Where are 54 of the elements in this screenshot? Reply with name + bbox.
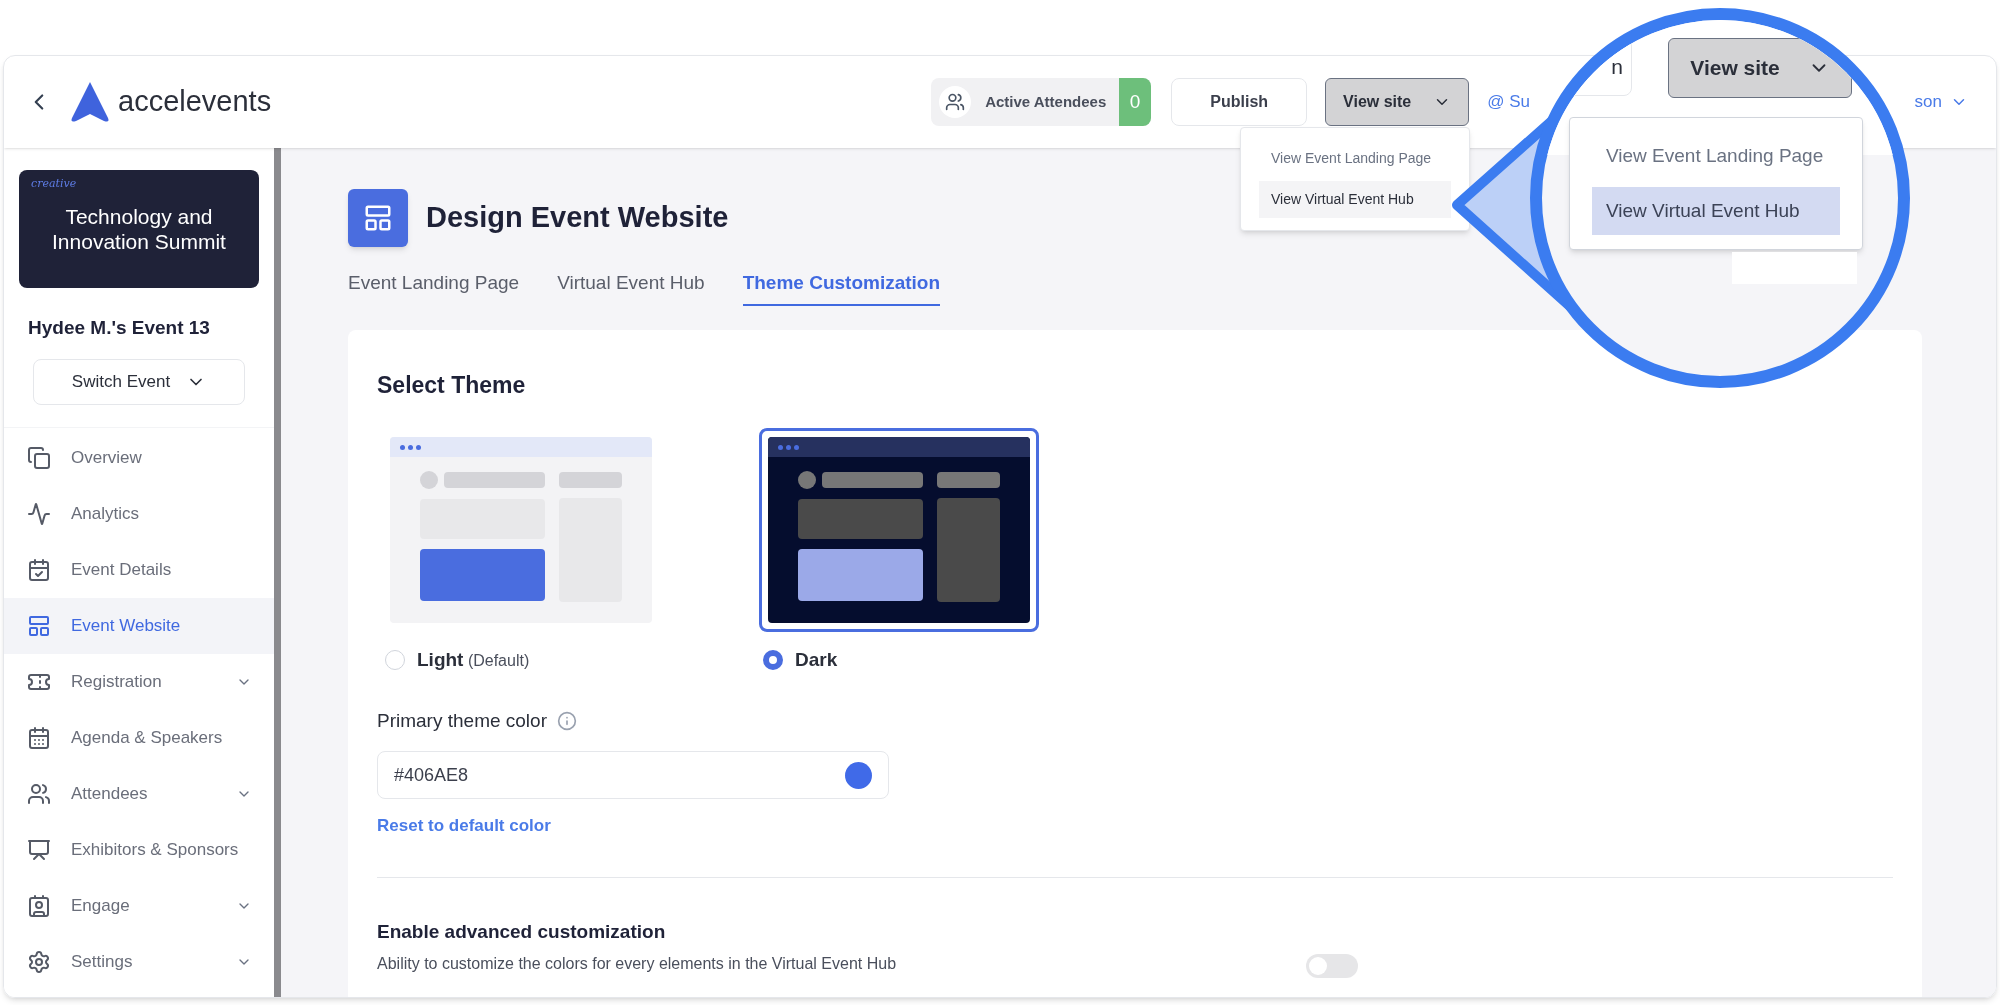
contact-card-icon [27,893,51,918]
switch-event-button[interactable]: Switch Event [33,358,245,405]
tab[interactable]: Virtual Event Hub [557,269,705,306]
settings-icon [27,949,51,974]
theme-label: Light (Default) [417,648,530,672]
attendee-count: 0 [1119,78,1152,126]
presenter-icon [27,837,51,862]
sidebar-item[interactable]: Event Website [4,597,274,654]
sidebar-item[interactable]: Exhibitors & Sponsors [4,821,274,878]
banner-script-word: creative [31,176,77,192]
view-site-button[interactable]: View site [1325,78,1470,126]
toggle-switch[interactable] [1306,954,1359,978]
scrollbar[interactable] [274,148,281,997]
event-name: Hydee M.'s Event 13 [28,316,211,340]
menu-item[interactable]: View Event Landing Page [1259,140,1451,177]
reset-color-link[interactable]: Reset to default color [377,813,1893,839]
support-link[interactable]: @ Su [1487,89,1530,115]
menu-item[interactable]: View Virtual Event Hub [1259,181,1451,218]
menu-item[interactable]: View Event Landing Page [1592,132,1840,181]
website-layout-icon [348,189,408,247]
active-attendees-label: Active Attendees [985,91,1107,112]
color-swatch[interactable] [845,761,872,789]
calendar-check-icon [27,557,51,582]
radio-button[interactable] [763,650,783,671]
layout-icon [27,613,51,638]
page-title: Design Event Website [426,200,729,236]
info-icon[interactable] [557,710,577,731]
menu-item[interactable]: View Virtual Event Hub [1592,186,1840,235]
sidebar-item[interactable]: Analytics [4,485,274,542]
color-input-field[interactable]: #406AE8 [377,751,889,799]
sidebar-item[interactable]: Agenda & Speakers [4,709,274,766]
advanced-title: Enable advanced customization [377,919,667,944]
section-heading: Select Theme [377,370,527,400]
user-name[interactable]: son [1914,89,1968,115]
sidebar-item[interactable]: Registration [4,653,274,710]
view-site-button[interactable]: View site [1668,38,1852,98]
sidebar-item[interactable]: Attendees [4,765,274,822]
calendar-icon [27,725,51,750]
tab[interactable]: Theme Customization [742,269,941,306]
banner-title: Technology and Innovation Summit [51,204,227,254]
field-label: Primary theme color [377,708,547,733]
people-icon [27,781,51,806]
theme-label: Dark [795,648,838,672]
people-icon [939,86,972,118]
sidebar-item[interactable]: Engage [4,877,274,934]
sidebar-item[interactable]: Settings [4,933,274,990]
advanced-description: Ability to customize the colors for every elements in the Virtual Event Hub [377,954,897,974]
publish-button[interactable]: Publish [1171,78,1308,126]
tab[interactable]: Event Landing Page [348,269,520,306]
overview-icon [27,445,51,470]
logo-text: accelevents [118,84,272,120]
sidebar-item[interactable]: Event Details [4,541,274,598]
sidebar-item[interactable]: Overview [4,429,274,486]
pulse-icon [27,501,51,526]
